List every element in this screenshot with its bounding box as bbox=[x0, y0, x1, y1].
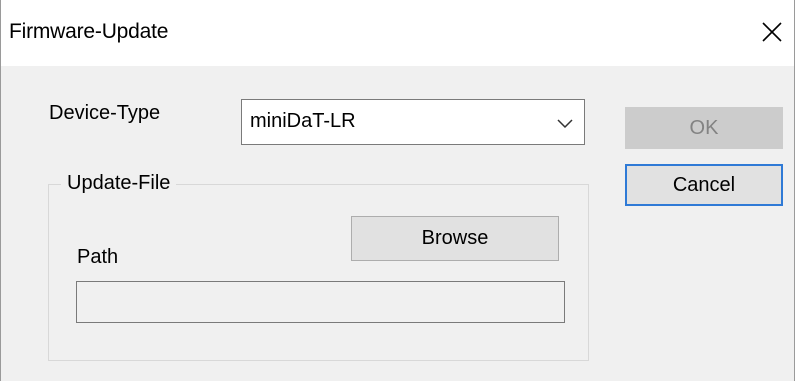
close-icon bbox=[762, 22, 782, 42]
window-title: Firmware-Update bbox=[9, 20, 169, 43]
close-button[interactable] bbox=[752, 12, 792, 52]
path-label: Path bbox=[77, 246, 119, 268]
device-type-label: Device-Type bbox=[49, 102, 161, 124]
title-bar: Firmware-Update bbox=[1, 0, 794, 66]
path-field[interactable] bbox=[76, 281, 565, 323]
chevron-down-icon bbox=[557, 119, 573, 129]
browse-button[interactable]: Browse bbox=[351, 216, 559, 261]
ok-button[interactable]: OK bbox=[625, 107, 783, 149]
update-file-group-label: Update-File bbox=[61, 172, 177, 195]
device-type-select[interactable]: miniDaT-LR bbox=[241, 99, 585, 145]
firmware-update-dialog: Firmware-Update Device-Type miniDaT-LR O… bbox=[0, 0, 795, 381]
update-file-groupbox bbox=[48, 184, 589, 361]
device-type-value: miniDaT-LR bbox=[250, 110, 356, 132]
cancel-button[interactable]: Cancel bbox=[625, 164, 783, 206]
